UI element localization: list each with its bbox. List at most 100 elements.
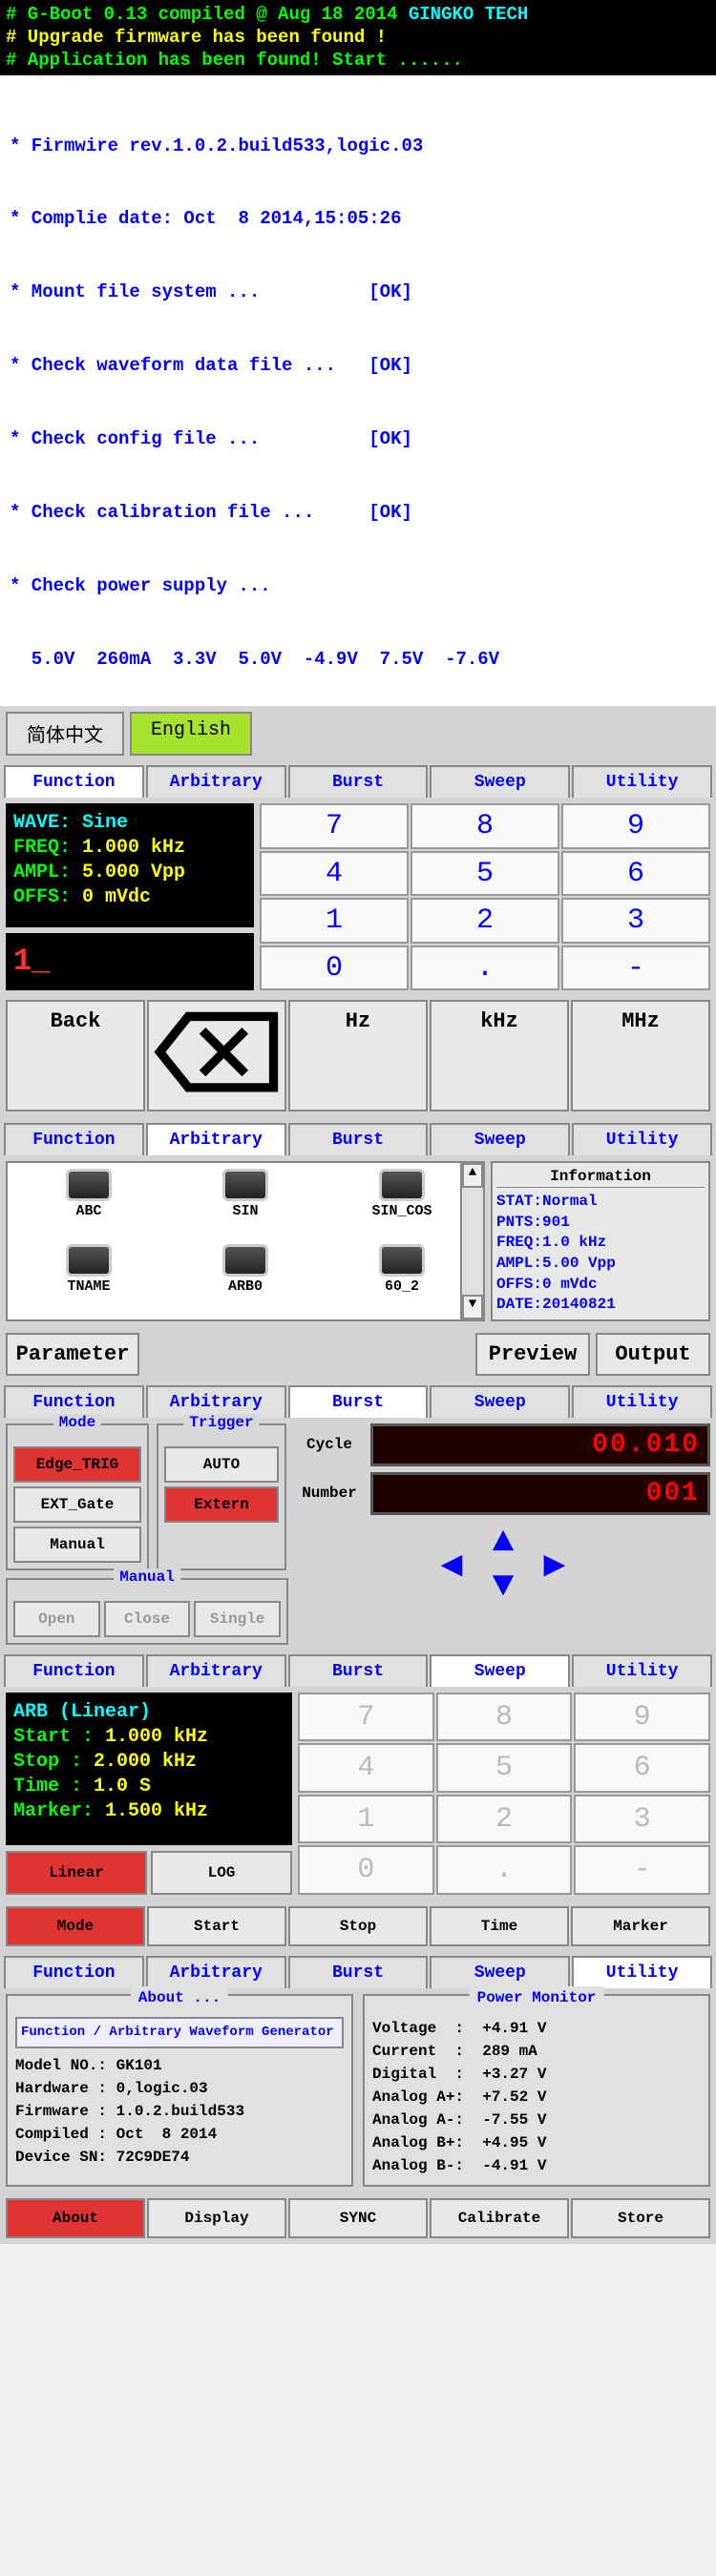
store-button[interactable]: Store xyxy=(571,2198,710,2238)
linear-button[interactable]: Linear xyxy=(6,1851,147,1895)
key-4[interactable]: 4 xyxy=(298,1743,434,1793)
ext-gate-button[interactable]: EXT_Gate xyxy=(13,1486,141,1523)
list-item[interactable]: TNAME xyxy=(13,1244,164,1314)
offs-label: OFFS: xyxy=(13,886,71,908)
lang-english[interactable]: English xyxy=(130,712,252,756)
log-button[interactable]: LOG xyxy=(151,1851,292,1895)
tab-burst[interactable]: Burst xyxy=(288,1956,429,1988)
single-button[interactable]: Single xyxy=(194,1601,281,1637)
auto-button[interactable]: AUTO xyxy=(164,1446,279,1483)
trigger-title: Trigger xyxy=(183,1414,259,1431)
tab-arbitrary[interactable]: Arbitrary xyxy=(146,1123,286,1155)
manual-button[interactable]: Manual xyxy=(13,1527,141,1563)
list-item[interactable]: 60_2 xyxy=(326,1244,477,1314)
tab-utility[interactable]: Utility xyxy=(572,1123,712,1155)
scroll-down-icon[interactable]: ▼ xyxy=(462,1295,483,1319)
key-8[interactable]: 8 xyxy=(411,803,559,849)
list-item[interactable]: SIN_COS xyxy=(326,1169,477,1238)
back-button[interactable]: Back xyxy=(6,1000,145,1111)
display-button[interactable]: Display xyxy=(147,2198,286,2238)
about-button[interactable]: About xyxy=(6,2198,145,2238)
stop-button[interactable]: Stop xyxy=(288,1906,428,1946)
list-item[interactable]: ARB0 xyxy=(170,1244,321,1314)
arrow-down-icon[interactable]: ▼ xyxy=(481,1565,525,1609)
scrollbar[interactable]: ▲ ▼ xyxy=(460,1163,483,1319)
key-6[interactable]: 6 xyxy=(561,851,710,897)
key-7[interactable]: 7 xyxy=(260,803,409,849)
unit-hz[interactable]: Hz xyxy=(288,1000,428,1111)
tab-sweep[interactable]: Sweep xyxy=(430,1654,570,1687)
tab-burst[interactable]: Burst xyxy=(288,1123,429,1155)
close-button[interactable]: Close xyxy=(104,1601,191,1637)
key-8[interactable]: 8 xyxy=(436,1693,573,1742)
tab-function[interactable]: Function xyxy=(4,1385,144,1418)
unit-mhz[interactable]: MHz xyxy=(571,1000,710,1111)
preview-button[interactable]: Preview xyxy=(475,1333,590,1376)
lang-chinese[interactable]: 简体中文 xyxy=(6,712,124,756)
output-button[interactable]: Output xyxy=(596,1333,710,1376)
tab-function[interactable]: Function xyxy=(4,765,144,798)
arrow-right-icon[interactable]: ▶ xyxy=(533,1543,577,1587)
key-2[interactable]: 2 xyxy=(411,898,559,944)
edge-trig-button[interactable]: Edge_TRIG xyxy=(13,1446,141,1483)
tab-function[interactable]: Function xyxy=(4,1123,144,1155)
pm-bminus: Analog B-: -4.91 V xyxy=(372,2154,701,2177)
tab-utility[interactable]: Utility xyxy=(572,1385,712,1418)
boot-line1: # G-Boot 0.13 compiled @ Aug 18 2014 xyxy=(6,4,409,25)
key-7[interactable]: 7 xyxy=(298,1693,434,1742)
sync-button[interactable]: SYNC xyxy=(288,2198,428,2238)
tab-arbitrary[interactable]: Arbitrary xyxy=(146,1654,286,1687)
tab-arbitrary[interactable]: Arbitrary xyxy=(146,765,286,798)
open-button[interactable]: Open xyxy=(13,1601,100,1637)
tab-utility[interactable]: Utility xyxy=(572,1654,712,1687)
parameter-button[interactable]: Parameter xyxy=(6,1333,139,1376)
key-dot[interactable]: . xyxy=(411,945,559,991)
key-9[interactable]: 9 xyxy=(574,1693,710,1742)
key-dot[interactable]: . xyxy=(436,1845,573,1895)
arrow-left-icon[interactable]: ◀ xyxy=(430,1543,474,1587)
key-minus[interactable]: - xyxy=(561,945,710,991)
key-2[interactable]: 2 xyxy=(436,1795,573,1844)
extern-button[interactable]: Extern xyxy=(164,1486,279,1523)
tab-sweep[interactable]: Sweep xyxy=(430,1956,570,1988)
tab-utility[interactable]: Utility xyxy=(572,1956,712,1988)
tab-sweep[interactable]: Sweep xyxy=(430,1123,570,1155)
tab-function[interactable]: Function xyxy=(4,1654,144,1687)
key-3[interactable]: 3 xyxy=(574,1795,710,1844)
time-button[interactable]: Time xyxy=(430,1906,569,1946)
tab-sweep[interactable]: Sweep xyxy=(430,765,570,798)
key-9[interactable]: 9 xyxy=(561,803,710,849)
marker-button[interactable]: Marker xyxy=(571,1906,710,1946)
key-0[interactable]: 0 xyxy=(260,945,409,991)
list-item[interactable]: SIN xyxy=(170,1169,321,1238)
tab-burst[interactable]: Burst xyxy=(288,765,429,798)
key-4[interactable]: 4 xyxy=(260,851,409,897)
key-6[interactable]: 6 xyxy=(574,1743,710,1793)
ampl-label: AMPL: xyxy=(13,862,71,883)
mode-button[interactable]: Mode xyxy=(6,1906,145,1946)
tab-burst[interactable]: Burst xyxy=(288,1654,429,1687)
tab-utility[interactable]: Utility xyxy=(572,765,712,798)
stop-label: Stop : xyxy=(13,1751,82,1773)
key-1[interactable]: 1 xyxy=(298,1795,434,1844)
key-0[interactable]: 0 xyxy=(298,1845,434,1895)
scroll-up-icon[interactable]: ▲ xyxy=(462,1163,483,1188)
tab-burst[interactable]: Burst xyxy=(288,1385,429,1418)
tab-sweep[interactable]: Sweep xyxy=(430,1385,570,1418)
tab-arbitrary[interactable]: Arbitrary xyxy=(146,1385,286,1418)
tab-function[interactable]: Function xyxy=(4,1956,144,1988)
delete-button[interactable] xyxy=(147,1000,286,1111)
unit-khz[interactable]: kHz xyxy=(430,1000,569,1111)
key-5[interactable]: 5 xyxy=(436,1743,573,1793)
ampl-value: 5.000 Vpp xyxy=(82,862,185,883)
start-button[interactable]: Start xyxy=(147,1906,286,1946)
key-1[interactable]: 1 xyxy=(260,898,409,944)
list-item[interactable]: ABC xyxy=(13,1169,164,1238)
key-3[interactable]: 3 xyxy=(561,898,710,944)
key-5[interactable]: 5 xyxy=(411,851,559,897)
key-minus[interactable]: - xyxy=(574,1845,710,1895)
calibrate-button[interactable]: Calibrate xyxy=(430,2198,569,2238)
sweep-bottombar: Mode Start Stop Time Marker xyxy=(0,1901,716,1952)
tab-arbitrary[interactable]: Arbitrary xyxy=(146,1956,286,1988)
arrow-up-icon[interactable]: ▲ xyxy=(481,1521,525,1565)
